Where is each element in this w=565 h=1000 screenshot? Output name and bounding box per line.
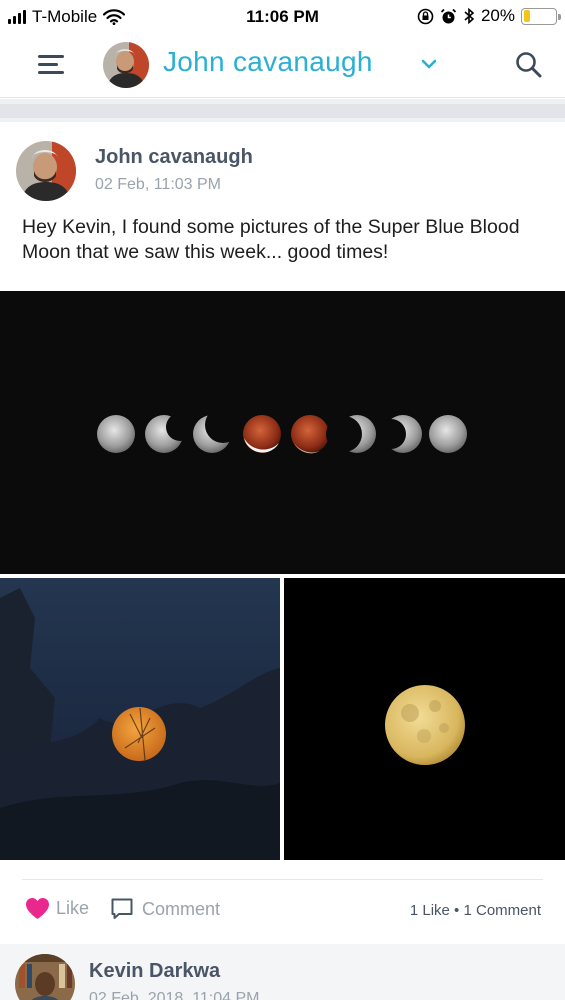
heart-icon — [26, 898, 49, 919]
like-button[interactable]: Like — [25, 897, 89, 920]
post-timestamp: 02 Feb, 11:03 PM — [95, 176, 221, 193]
comment-button[interactable]: Comment — [110, 897, 220, 921]
post-photo-full-moon[interactable] — [284, 578, 565, 860]
bluetooth-icon — [464, 7, 475, 25]
alarm-icon — [440, 8, 457, 23]
comment-item: Kevin Darkwa 02 Feb, 2018, 11:04 PM — [0, 944, 565, 1000]
post-author-name[interactable]: John cavanaugh — [95, 146, 253, 169]
like-label: Like — [56, 898, 90, 918]
comment-timestamp: 02 Feb, 2018, 11:04 PM — [89, 990, 260, 1000]
post-photo-orange-moon[interactable] — [0, 578, 280, 860]
post-body-text: Hey Kevin, I found some pictures of the … — [22, 216, 520, 263]
app-header: John cavanaugh — [0, 34, 565, 98]
post-stats[interactable]: 1 Like • 1 Comment — [410, 902, 541, 919]
feed-separator — [0, 99, 565, 122]
comment-author-avatar[interactable] — [15, 954, 75, 1000]
header-user-name[interactable]: John cavanaugh — [163, 46, 373, 78]
battery-level-fill — [523, 10, 530, 22]
post-photo-eclipse-sequence[interactable] — [0, 291, 565, 574]
menu-icon[interactable] — [38, 54, 64, 74]
status-right: 20% — [417, 6, 561, 26]
header-avatar[interactable] — [103, 42, 149, 88]
screen-lock-icon — [417, 8, 434, 24]
status-bar: T-Mobile 11:06 PM 20% — [0, 0, 565, 34]
post-card: John cavanaugh 02 Feb, 11:03 PM Hey Kevi… — [0, 122, 565, 944]
battery-percent: 20% — [480, 6, 515, 25]
search-icon[interactable] — [514, 50, 544, 80]
comment-author-name[interactable]: Kevin Darkwa — [89, 960, 220, 983]
post-actions-divider — [22, 879, 543, 880]
comment-label: Comment — [142, 898, 221, 919]
comment-icon — [111, 898, 133, 919]
chevron-down-icon[interactable] — [419, 54, 439, 74]
battery-icon — [521, 7, 561, 25]
post-author-avatar[interactable] — [16, 141, 76, 201]
